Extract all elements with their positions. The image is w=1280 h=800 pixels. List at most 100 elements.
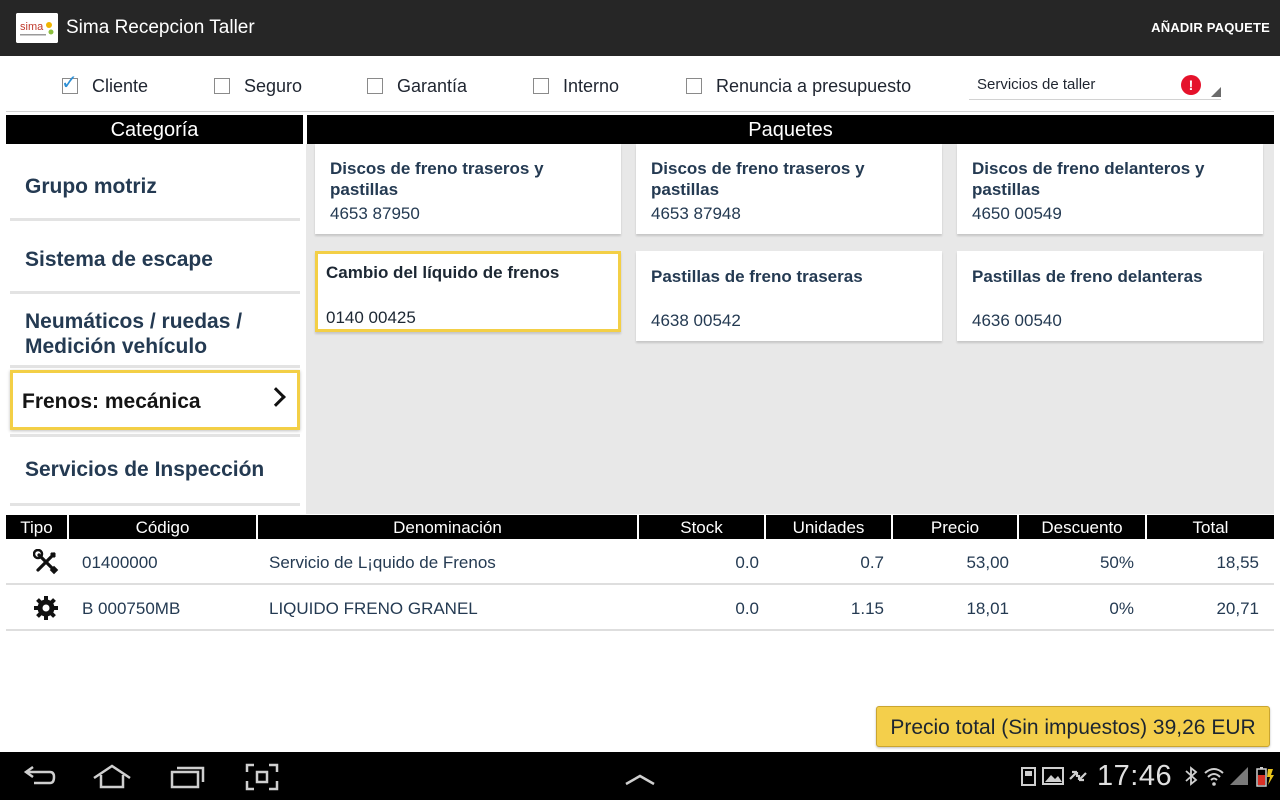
service-type-value: Servicios de taller [977, 76, 1096, 93]
row-name: LIQUIDO FRENO GRANEL [269, 599, 478, 618]
column-total: Total [1192, 518, 1229, 537]
app-title: Sima Recepcion Taller [66, 17, 255, 38]
sync-icon [1067, 765, 1089, 787]
back-icon[interactable] [20, 762, 60, 792]
checkbox-box[interactable] [367, 78, 383, 94]
filter-divider [6, 111, 1274, 112]
row-stock: 0.0 [735, 553, 759, 572]
row-price: 18,01 [966, 599, 1009, 618]
gallery-icon [1042, 765, 1064, 787]
category-divider [10, 434, 300, 437]
table-row[interactable]: B 000750MB LIQUIDO FRENO GRANEL 0.0 1.15… [6, 585, 1274, 631]
category-item-neumaticos[interactable]: Neumáticos / ruedas / Medición vehículo [10, 307, 300, 365]
category-divider [10, 503, 300, 506]
packages-header: Paquetes [307, 115, 1274, 144]
package-code: 4638 00542 [651, 311, 741, 330]
package-code: 0140 00425 [326, 308, 416, 327]
checkbox-label: Interno [563, 75, 620, 96]
app-root: sima Sima Recepcion Taller AÑADIR PAQUET… [0, 0, 1280, 800]
checkbox-interno[interactable]: Interno [533, 76, 619, 96]
alert-icon: ! [1181, 75, 1201, 95]
home-icon[interactable] [92, 762, 132, 792]
package-title: Discos de freno traseros y pastillas [330, 159, 544, 199]
column-descuento: Descuento [1019, 515, 1147, 539]
row-total: 18,55 [1216, 553, 1259, 572]
system-navigation-bar: 17:46 [0, 752, 1280, 800]
category-label: Servicios de Inspección [25, 458, 265, 481]
package-card-selected[interactable]: Cambio del líquido de frenos 0140 00425 [315, 251, 621, 332]
wrench-screwdriver-icon [32, 548, 59, 575]
checkbox-box[interactable] [214, 78, 230, 94]
chevron-up-icon[interactable] [620, 762, 660, 792]
category-item-frenos-mecanica[interactable]: Frenos: mecánica [10, 370, 300, 430]
checkbox-garantia[interactable]: Garantía [367, 76, 467, 96]
row-units: 1.15 [850, 599, 884, 618]
row-price: 53,00 [966, 553, 1009, 572]
packages-grid: Discos de freno traseros y pastillas 465… [306, 144, 1274, 514]
svg-text:sima: sima [20, 21, 44, 33]
category-item-servicios-inspeccion[interactable]: Servicios de Inspección [10, 449, 300, 489]
category-label: Grupo motriz [25, 175, 157, 198]
category-label: Frenos: mecánica [22, 390, 201, 413]
package-title: Pastillas de freno delanteras [972, 267, 1203, 286]
add-package-button[interactable]: AÑADIR PAQUETE [1151, 20, 1270, 35]
items-table-header: Tipo Código Denominación Stock Unidades … [6, 515, 1274, 539]
package-code: 4653 87948 [651, 204, 741, 223]
package-title: Pastillas de freno traseras [651, 267, 863, 286]
total-price-button[interactable]: Precio total (Sin impuestos) 39,26 EUR [876, 706, 1270, 747]
checkbox-label: Garantía [397, 75, 468, 96]
category-divider [10, 291, 300, 294]
row-discount: 50% [1099, 553, 1134, 572]
check-icon: ✓ [61, 72, 78, 94]
status-clock: 17:46 [1097, 760, 1173, 792]
battery-icon [1254, 765, 1276, 787]
row-code: B 000750MB [82, 599, 181, 618]
checkbox-label: Cliente [92, 75, 149, 96]
column-codigo: Código [69, 515, 258, 539]
row-total: 20,71 [1216, 599, 1259, 618]
column-precio: Precio [893, 515, 1019, 539]
checkbox-label: Seguro [244, 75, 303, 96]
package-code: 4650 00549 [972, 204, 1062, 223]
gear-icon [33, 595, 59, 621]
row-code: 01400000 [82, 553, 158, 572]
screenshot-icon[interactable] [243, 762, 283, 792]
row-discount: 0% [1109, 599, 1134, 618]
package-card[interactable]: Discos de freno delanteros y pastillas 4… [957, 144, 1263, 234]
checkbox-box[interactable] [533, 78, 549, 94]
category-item-grupo-motriz[interactable]: Grupo motriz [10, 166, 300, 206]
row-name: Servicio de L¡quido de Frenos [269, 553, 496, 572]
package-card[interactable]: Discos de freno traseros y pastillas 465… [315, 144, 621, 234]
recent-apps-icon[interactable] [168, 762, 208, 792]
column-denominacion: Denominación [258, 515, 639, 539]
package-card[interactable]: Pastillas de freno traseras 4638 00542 [636, 251, 942, 341]
category-divider [10, 218, 300, 221]
dropdown-corner-icon [1211, 87, 1221, 97]
column-unidades: Unidades [766, 515, 893, 539]
category-header: Categoría [6, 115, 303, 144]
row-stock: 0.0 [735, 599, 759, 618]
row-units: 0.7 [860, 553, 884, 572]
checkbox-seguro[interactable]: Seguro [214, 76, 302, 96]
bluetooth-icon [1180, 765, 1202, 787]
category-label: Sistema de escape [25, 248, 213, 271]
checkbox-box[interactable]: ✓ [61, 73, 78, 94]
checkbox-box[interactable] [686, 78, 702, 94]
table-row[interactable]: 01400000 Servicio de L¡quido de Frenos 0… [6, 539, 1274, 585]
checkbox-label: Renuncia a presupuesto [716, 75, 912, 96]
signal-icon [1228, 765, 1250, 787]
category-item-sistema-escape[interactable]: Sistema de escape [10, 239, 300, 279]
package-card[interactable]: Pastillas de freno delanteras 4636 00540 [957, 251, 1263, 341]
package-title: Discos de freno delanteros y pastillas [972, 159, 1205, 199]
package-title: Cambio del líquido de frenos [326, 263, 560, 282]
package-title: Discos de freno traseros y pastillas [651, 159, 865, 199]
category-label: Neumáticos / ruedas / Medición vehículo [25, 310, 243, 358]
category-list: Grupo motriz Sistema de escape Neumático… [6, 144, 305, 514]
chevron-right-icon [266, 387, 286, 407]
package-card[interactable]: Discos de freno traseros y pastillas 465… [636, 144, 942, 234]
checkbox-cliente[interactable]: ✓ Cliente [61, 73, 149, 96]
package-code: 4636 00540 [972, 311, 1062, 330]
wifi-icon [1203, 765, 1225, 787]
service-type-select[interactable]: Servicios de taller ! [969, 70, 1221, 100]
checkbox-renuncia-presupuesto[interactable]: Renuncia a presupuesto [686, 76, 911, 96]
